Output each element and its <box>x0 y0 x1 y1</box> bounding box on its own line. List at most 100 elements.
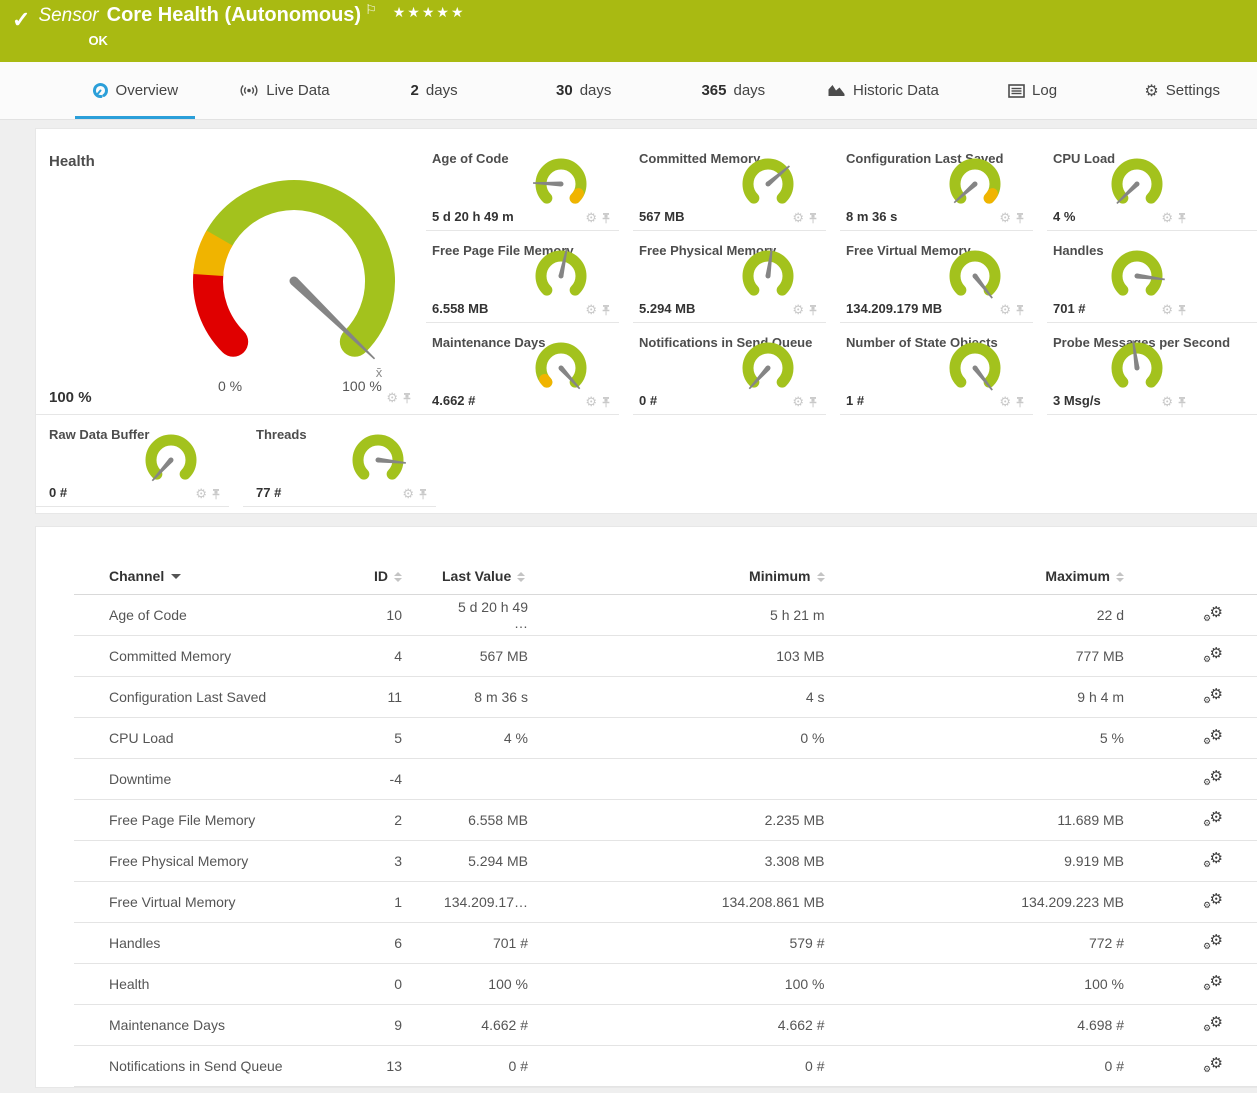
gauge-value: 5 d 20 h 49 m <box>432 209 514 224</box>
pin-icon[interactable] <box>211 489 221 500</box>
channel-id: 9 <box>366 1017 442 1033</box>
pin-icon[interactable] <box>1177 397 1187 408</box>
gauge-title: Age of Code <box>432 151 509 166</box>
live-icon <box>239 83 259 98</box>
channel-settings-gears-icon[interactable]: ⚙⚙ <box>1203 933 1223 951</box>
pin-icon[interactable] <box>402 393 412 404</box>
pin-icon[interactable] <box>1177 305 1187 316</box>
pin-icon[interactable] <box>1015 397 1025 408</box>
column-header-last-value[interactable]: Last Value <box>442 568 570 584</box>
column-header-minimum[interactable]: Minimum <box>570 568 870 584</box>
gauge-title: Handles <box>1053 243 1104 258</box>
pin-icon[interactable] <box>808 397 818 408</box>
channel-settings-gears-icon[interactable]: ⚙⚙ <box>1203 851 1223 869</box>
gear-icon[interactable]: ⚙ <box>999 302 1011 318</box>
flag-icon: ⚐ <box>365 2 377 18</box>
channel-id: 5 <box>366 730 442 746</box>
pin-icon[interactable] <box>1177 213 1187 224</box>
small-gauge-grid: Age of Code 5 d 20 h 49 m ⚙ Committed Me… <box>426 139 1257 415</box>
gauge-tile: Notifications in Send Queue 0 # ⚙ <box>633 323 826 415</box>
channel-id: 2 <box>366 812 442 828</box>
channel-settings-gears-icon[interactable]: ⚙⚙ <box>1203 605 1223 623</box>
gear-icon[interactable]: ⚙ <box>386 390 398 406</box>
channel-settings-gears-icon[interactable]: ⚙⚙ <box>1203 1056 1223 1074</box>
tab-number: 2 <box>411 82 419 99</box>
channel-settings-gears-icon[interactable]: ⚙⚙ <box>1203 728 1223 746</box>
tab-label: Settings <box>1166 82 1220 99</box>
pin-icon[interactable] <box>418 489 428 500</box>
gauge-value: 5.294 MB <box>639 301 695 316</box>
channel-settings-gears-icon[interactable]: ⚙⚙ <box>1203 646 1223 664</box>
gauge <box>732 337 804 401</box>
gauge-tile: Free Page File Memory 6.558 MB ⚙ <box>426 231 619 323</box>
channel-settings-gears-icon[interactable]: ⚙⚙ <box>1203 974 1223 992</box>
tab-log[interactable]: Log <box>958 62 1108 119</box>
channel-settings-gears-icon[interactable]: ⚙⚙ <box>1203 810 1223 828</box>
priority-stars[interactable]: ★★★★★ <box>393 4 466 21</box>
gauge-value: 8 m 36 s <box>846 209 897 224</box>
tab-settings[interactable]: ⚙ Settings <box>1107 62 1257 119</box>
channel-id: -4 <box>366 771 442 787</box>
sort-icon <box>817 572 825 582</box>
column-header-id[interactable]: ID <box>366 568 442 584</box>
gear-icon[interactable]: ⚙ <box>1161 394 1173 410</box>
tab-label: Historic Data <box>853 82 939 99</box>
gear-icon[interactable]: ⚙ <box>792 210 804 226</box>
channel-maximum: 9.919 MB <box>870 853 1170 869</box>
channel-settings-gears-icon[interactable]: ⚙⚙ <box>1203 687 1223 705</box>
gauge-tile: Raw Data Buffer 0 # ⚙ <box>36 415 229 507</box>
gear-icon[interactable]: ⚙ <box>999 394 1011 410</box>
column-header-channel[interactable]: Channel <box>74 568 366 584</box>
gauge-tile: Handles 701 # ⚙ <box>1047 231 1257 323</box>
gear-icon[interactable]: ⚙ <box>1161 302 1173 318</box>
table-row: Committed Memory 4 567 MB 103 MB 777 MB … <box>74 636 1257 677</box>
sort-icon <box>394 572 402 582</box>
gear-icon[interactable]: ⚙ <box>1161 210 1173 226</box>
channel-minimum: 0 % <box>570 730 870 746</box>
gear-icon[interactable]: ⚙ <box>585 210 597 226</box>
gauge <box>342 429 414 493</box>
channel-minimum: 5 h 21 m <box>570 607 870 623</box>
pin-icon[interactable] <box>1015 305 1025 316</box>
tab-overview[interactable]: Overview <box>60 62 210 119</box>
channel-minimum: 100 % <box>570 976 870 992</box>
gear-icon[interactable]: ⚙ <box>402 486 414 502</box>
tab-30-days[interactable]: 30 days <box>509 62 659 119</box>
table-row: Downtime -4 ⚙⚙ <box>74 759 1257 800</box>
gauge <box>525 337 597 401</box>
table-row: Health 0 100 % 100 % 100 % ⚙⚙ <box>74 964 1257 1005</box>
tab-365-days[interactable]: 365 days <box>659 62 809 119</box>
gauge-tile: Number of State Objects 1 # ⚙ <box>840 323 1033 415</box>
column-header-maximum[interactable]: Maximum <box>870 568 1170 584</box>
tab-2-days[interactable]: 2 days <box>359 62 509 119</box>
pin-icon[interactable] <box>1015 213 1025 224</box>
channel-settings-gears-icon[interactable]: ⚙⚙ <box>1203 892 1223 910</box>
gear-icon[interactable]: ⚙ <box>585 394 597 410</box>
tab-historic-data[interactable]: Historic Data <box>808 62 958 119</box>
tab-number: 30 <box>556 82 573 99</box>
channel-settings-gears-icon[interactable]: ⚙⚙ <box>1203 1015 1223 1033</box>
pin-icon[interactable] <box>601 213 611 224</box>
gear-icon[interactable]: ⚙ <box>792 302 804 318</box>
gear-icon[interactable]: ⚙ <box>999 210 1011 226</box>
gauge-tile: Maintenance Days 4.662 # ⚙ <box>426 323 619 415</box>
pin-icon[interactable] <box>601 305 611 316</box>
gear-icon[interactable]: ⚙ <box>792 394 804 410</box>
gauge <box>732 245 804 309</box>
gauge-tile: Configuration Last Saved 8 m 36 s ⚙ <box>840 139 1033 231</box>
channel-last-value: 4 % <box>442 730 570 746</box>
table-body: Age of Code 10 5 d 20 h 49 … 5 h 21 m 22… <box>74 595 1257 1087</box>
area-chart-icon <box>827 83 846 98</box>
tab-live-data[interactable]: Live Data <box>210 62 360 119</box>
channel-settings-gears-icon[interactable]: ⚙⚙ <box>1203 769 1223 787</box>
pin-icon[interactable] <box>808 305 818 316</box>
table-row: Free Physical Memory 3 5.294 MB 3.308 MB… <box>74 841 1257 882</box>
pin-icon[interactable] <box>601 397 611 408</box>
channel-maximum: 5 % <box>870 730 1170 746</box>
table-row: Free Virtual Memory 1 134.209.17… 134.20… <box>74 882 1257 923</box>
pin-icon[interactable] <box>808 213 818 224</box>
channel-last-value: 134.209.17… <box>442 894 570 910</box>
channel-id: 4 <box>366 648 442 664</box>
gear-icon[interactable]: ⚙ <box>585 302 597 318</box>
gear-icon[interactable]: ⚙ <box>195 486 207 502</box>
